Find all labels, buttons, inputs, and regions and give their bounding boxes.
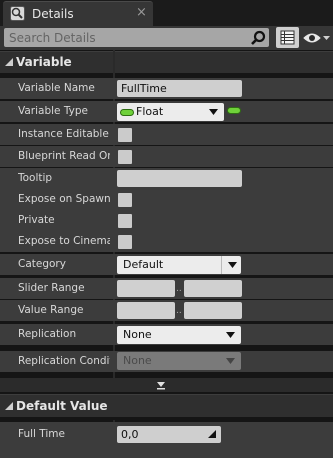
slider-range-min-input[interactable]	[117, 280, 175, 297]
expose-on-spawn-label: Expose on Spawn	[18, 193, 110, 205]
expose-on-spawn-checkbox[interactable]	[118, 193, 132, 207]
variable-name-input[interactable]: FullTime	[117, 80, 242, 97]
blueprint-read-only-checkbox[interactable]	[118, 150, 132, 164]
section-default-value-title: Default Value	[16, 399, 108, 413]
expose-to-cinematics-label: Expose to Cinemat	[18, 235, 110, 247]
search-box	[4, 28, 269, 47]
row-variable-name: Variable Name FullTime	[0, 78, 333, 99]
value-range-max-input[interactable]	[184, 302, 242, 319]
row-slider-range: Slider Range ..	[0, 278, 333, 299]
replication-condition-value: None	[123, 354, 152, 367]
row-instance-editable: Instance Editable	[0, 124, 333, 145]
slider-range-max-input[interactable]	[184, 280, 242, 297]
blueprint-read-only-label: Blueprint Read Onl	[18, 150, 110, 162]
row-category: Category Default	[0, 254, 333, 275]
row-expose-to-cinematics: Expose to Cinemat	[0, 231, 333, 252]
search-icon[interactable]	[250, 30, 266, 46]
grid-list-icon	[280, 30, 295, 45]
slider-range-label: Slider Range	[18, 282, 85, 294]
row-replication-condition: Replication Conditi None	[0, 351, 333, 372]
slider-range-separator: ..	[176, 284, 182, 294]
category-dropdown[interactable]: Default	[117, 256, 241, 274]
row-expose-on-spawn: Expose on Spawn	[0, 189, 333, 210]
value-range-min-input[interactable]	[117, 302, 175, 319]
close-icon[interactable]: ×	[136, 5, 147, 20]
container-type-pin-icon[interactable]	[227, 107, 241, 114]
details-toolbar	[0, 26, 333, 50]
advanced-expander[interactable]	[0, 378, 333, 392]
full-time-value: 0,0	[121, 428, 139, 441]
search-input[interactable]	[4, 28, 244, 47]
tab-details[interactable]: Details ×	[3, 1, 153, 26]
eye-icon	[303, 33, 330, 43]
resize-arrow-icon	[208, 430, 216, 438]
value-range-label: Value Range	[18, 304, 84, 316]
expose-to-cinematics-checkbox[interactable]	[118, 235, 132, 249]
chevron-down-icon	[209, 109, 218, 115]
replication-value: None	[123, 328, 152, 341]
row-private: Private	[0, 210, 333, 231]
replication-condition-dropdown: None	[117, 352, 241, 370]
variable-type-dropdown[interactable]: Float	[117, 103, 224, 121]
row-value-range: Value Range ..	[0, 300, 333, 321]
chevron-down-icon	[228, 262, 237, 268]
section-default-value-header[interactable]: Default Value	[0, 394, 333, 417]
chevron-down-icon	[226, 332, 235, 338]
category-dropdown-button[interactable]	[221, 256, 241, 274]
replication-label: Replication	[18, 328, 77, 340]
category-value: Default	[123, 258, 164, 271]
collapse-arrow-icon	[5, 402, 13, 410]
chevron-down-icon	[226, 358, 235, 364]
row-full-time: Full Time 0,0	[0, 422, 333, 448]
private-checkbox[interactable]	[118, 214, 132, 228]
tooltip-input[interactable]	[117, 170, 242, 187]
instance-editable-label: Instance Editable	[18, 128, 109, 140]
full-time-label: Full Time	[18, 428, 65, 440]
row-replication: Replication None	[0, 324, 333, 345]
value-range-separator: ..	[176, 306, 182, 316]
details-info-icon	[10, 6, 25, 21]
variable-name-label: Variable Name	[18, 82, 95, 94]
variable-type-value: Float	[136, 105, 164, 118]
tab-bar: Details ×	[0, 0, 333, 26]
row-variable-type: Variable Type Float	[0, 101, 333, 122]
row-blueprint-read-only: Blueprint Read Onl	[0, 146, 333, 167]
tab-title: Details	[32, 7, 74, 21]
tooltip-label: Tooltip	[18, 172, 53, 184]
category-label: Category	[18, 258, 66, 270]
view-options-button[interactable]	[276, 27, 299, 48]
variable-type-label: Variable Type	[18, 105, 88, 117]
row-tooltip: Tooltip	[0, 168, 333, 189]
instance-editable-checkbox[interactable]	[118, 128, 132, 142]
panel-bottom	[0, 448, 333, 458]
replication-dropdown[interactable]: None	[117, 326, 241, 344]
visibility-filter-button[interactable]	[303, 29, 331, 47]
full-time-input[interactable]: 0,0	[117, 426, 221, 443]
section-variable-title: Variable	[16, 55, 72, 69]
replication-condition-label: Replication Conditi	[18, 355, 110, 367]
float-pin-icon	[120, 108, 134, 116]
section-variable-header[interactable]: Variable	[0, 51, 333, 73]
chevron-down-icon	[157, 382, 165, 390]
collapse-arrow-icon	[5, 58, 13, 66]
private-label: Private	[18, 214, 55, 226]
